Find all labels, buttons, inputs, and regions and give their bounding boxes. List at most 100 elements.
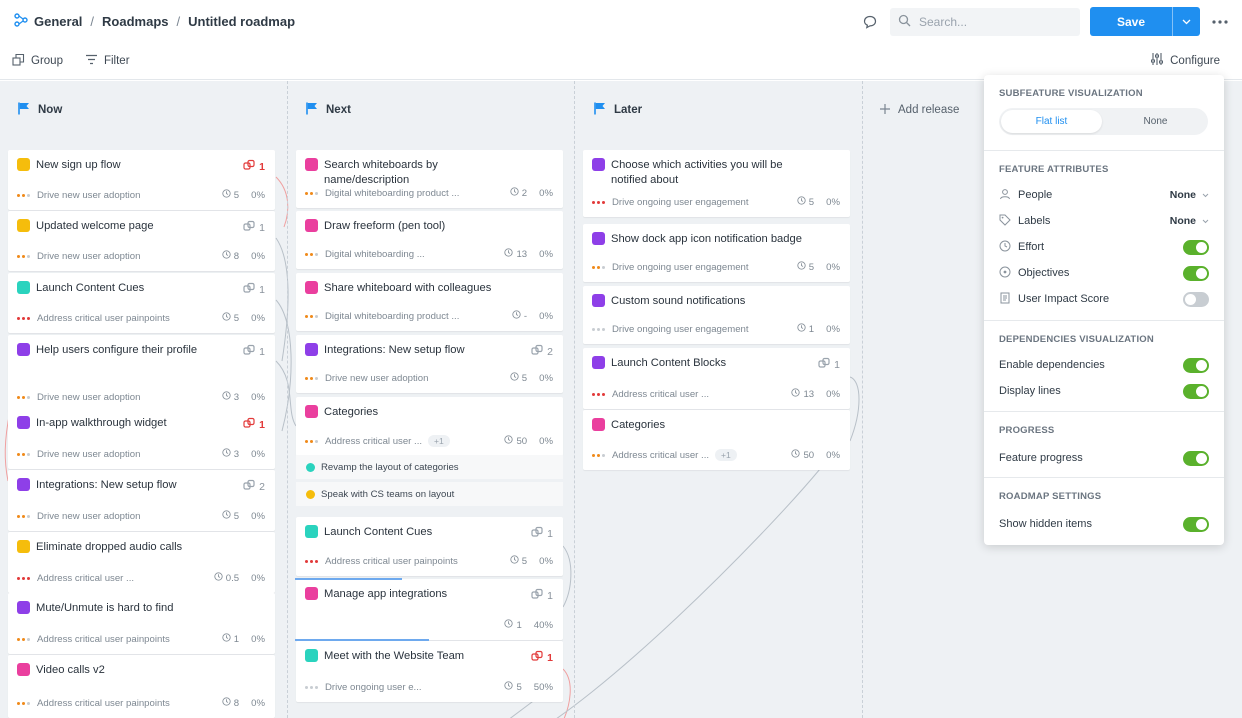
clock-icon	[504, 435, 514, 447]
feature-card[interactable]: Eliminate dropped audio calls Address cri…	[8, 532, 275, 593]
dependency-count[interactable]: 1	[243, 220, 265, 236]
dependency-count[interactable]: 2	[531, 344, 553, 360]
setting-toggle[interactable]	[1183, 450, 1209, 466]
section-title: DEPENDENCIES VISUALIZATION	[999, 334, 1154, 345]
feature-card[interactable]: Launch Content Cues 1 Address critical use…	[296, 517, 563, 576]
clock-icon	[510, 187, 519, 199]
feature-card[interactable]: Video calls v2 Address critical user pain…	[8, 655, 275, 718]
clock-icon	[797, 196, 806, 208]
feature-title: Search whiteboards by name/description	[324, 159, 438, 186]
objective-health-icon	[17, 637, 31, 641]
feature-card[interactable]: Categories Address critical user ... +1 50 0…	[296, 397, 563, 456]
feature-card[interactable]: Categories Address critical user ... +1 50 0…	[583, 410, 850, 470]
subfeature-row[interactable]: Revamp the layout of categories	[296, 455, 563, 479]
more-objectives-chip[interactable]: +1	[715, 449, 737, 461]
dependency-count[interactable]: 1	[243, 344, 265, 360]
breadcrumb-general[interactable]: General	[34, 14, 82, 29]
search-input[interactable]: Search...	[890, 7, 1080, 36]
setting-toggle[interactable]	[1183, 239, 1209, 255]
dependency-count[interactable]: 1	[818, 357, 840, 373]
setting-toggle[interactable]	[1183, 383, 1209, 399]
subfeature-row[interactable]: Speak with CS teams on layout	[296, 482, 563, 506]
feature-progress-bar	[295, 639, 429, 641]
effort-number: 0.5	[225, 572, 240, 584]
dependency-count[interactable]: 1	[243, 282, 265, 298]
feature-status-square	[17, 540, 30, 553]
release-header-next[interactable]: Next	[306, 81, 351, 139]
dependency-count[interactable]: 1	[243, 159, 265, 175]
feature-title: In-app walkthrough widget	[36, 417, 167, 429]
group-label: Group	[31, 54, 63, 67]
feature-card[interactable]: New sign up flow 1 Drive new user adoption…	[8, 150, 275, 210]
feature-meta: Drive ongoing user engagement 1 0%	[592, 323, 840, 335]
setting-dropdown[interactable]: None	[1170, 189, 1209, 201]
flat-list-option[interactable]: Flat list	[1001, 110, 1102, 133]
configure-button[interactable]: Configure	[1150, 52, 1220, 69]
effort-value: 13	[504, 248, 527, 260]
breadcrumb-roadmaps[interactable]: Roadmaps	[102, 14, 168, 29]
feature-title: Launch Content Cues	[36, 282, 145, 294]
dependency-count[interactable]: 1	[531, 650, 553, 666]
feature-card[interactable]: Launch Content Cues 1 Address critical use…	[8, 273, 275, 333]
feature-meta: Drive new user adoption 3 0%	[17, 448, 265, 460]
chevron-down-icon[interactable]	[1172, 7, 1200, 36]
add-release-button[interactable]: Add release	[880, 81, 959, 139]
objective-label: Address critical user painpoints	[37, 633, 170, 645]
effort-value: 5	[222, 189, 239, 201]
feature-card[interactable]: Search whiteboards by name/description Di…	[296, 150, 563, 208]
progress-value: 0%	[251, 391, 265, 403]
more-options-icon[interactable]	[1210, 12, 1230, 32]
comment-icon[interactable]	[860, 12, 880, 32]
dependency-line	[275, 299, 292, 432]
feature-card[interactable]: Manage app integrations 1 1 40%	[296, 579, 563, 640]
objective-label: Drive new user adoption	[37, 189, 141, 201]
feature-meta: Drive new user adoption 8 0%	[17, 250, 265, 262]
feature-card[interactable]: Custom sound notifications Drive ongoing …	[583, 286, 850, 344]
dependency-count[interactable]: 2	[243, 479, 265, 495]
feature-card[interactable]: In-app walkthrough widget 1 Drive new user…	[8, 408, 275, 469]
effort-value: 8	[222, 697, 239, 709]
effort-number: 2	[521, 187, 528, 199]
effort-number: 8	[233, 250, 240, 262]
feature-card[interactable]: Meet with the Website Team 1 Drive ongoing…	[296, 641, 563, 702]
feature-card[interactable]: Share whiteboard with colleagues Digital …	[296, 273, 563, 331]
group-button[interactable]: Group	[12, 53, 63, 69]
setting-toggle[interactable]	[1183, 265, 1209, 281]
breadcrumb-current[interactable]: Untitled roadmap	[188, 14, 295, 29]
dependency-count[interactable]: 1	[531, 588, 553, 604]
feature-card[interactable]: Show dock app icon notification badge Dri…	[583, 224, 850, 282]
dependency-number: 1	[547, 652, 553, 664]
filter-button[interactable]: Filter	[85, 54, 130, 68]
feature-card[interactable]: Integrations: New setup flow 2 Drive new u…	[296, 335, 563, 393]
setting-row-user-impact-score: User Impact Score	[999, 290, 1209, 308]
feature-card[interactable]: Choose which activities you will be noti…	[583, 150, 850, 217]
setting-dropdown[interactable]: None	[1170, 215, 1209, 227]
dependency-count[interactable]: 1	[531, 526, 553, 542]
clock-icon	[510, 372, 519, 384]
feature-card[interactable]: Updated welcome page 1 Drive new user adop…	[8, 211, 275, 271]
save-button[interactable]: Save	[1090, 7, 1200, 36]
setting-toggle[interactable]	[1183, 516, 1209, 532]
feature-card[interactable]: Launch Content Blocks 1 Address critical u…	[583, 348, 850, 409]
effort-value: 50	[791, 449, 814, 461]
objective-health-icon	[592, 392, 606, 396]
release-header-later[interactable]: Later	[594, 81, 642, 139]
feature-card[interactable]: Help users configure their profile 1 Drive…	[8, 335, 275, 412]
dependency-count[interactable]: 1	[243, 417, 265, 433]
setting-toggle[interactable]	[1183, 291, 1209, 307]
feature-card[interactable]: Integrations: New setup flow 2 Drive new u…	[8, 470, 275, 531]
none-option[interactable]: None	[1105, 110, 1206, 133]
dependency-number: 2	[259, 481, 265, 493]
feature-title: Manage app integrations	[324, 588, 448, 600]
progress-value: 0%	[826, 323, 840, 335]
setting-toggle[interactable]	[1183, 357, 1209, 373]
feature-status-square	[305, 525, 318, 538]
effort-number: 5	[233, 510, 240, 522]
objective-label: Address critical user ...	[37, 572, 135, 584]
feature-status-square	[17, 343, 30, 356]
feature-card[interactable]: Mute/Unmute is hard to find Address criti…	[8, 593, 275, 654]
release-header-now[interactable]: Now	[18, 81, 62, 139]
effort-number: 1	[516, 619, 522, 631]
more-objectives-chip[interactable]: +1	[428, 435, 450, 447]
feature-card[interactable]: Draw freeform (pen tool) Digital whiteboa…	[296, 211, 563, 269]
